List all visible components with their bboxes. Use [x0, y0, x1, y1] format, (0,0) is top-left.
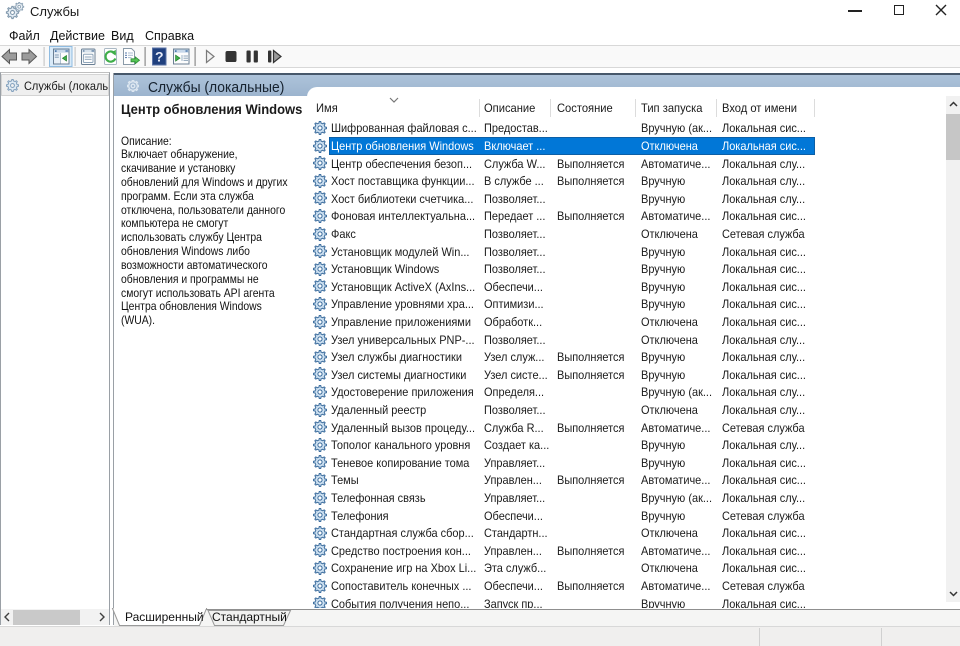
svg-text:Стандартный: Стандартный [212, 610, 287, 624]
svg-text:Расширенный: Расширенный [125, 610, 204, 624]
